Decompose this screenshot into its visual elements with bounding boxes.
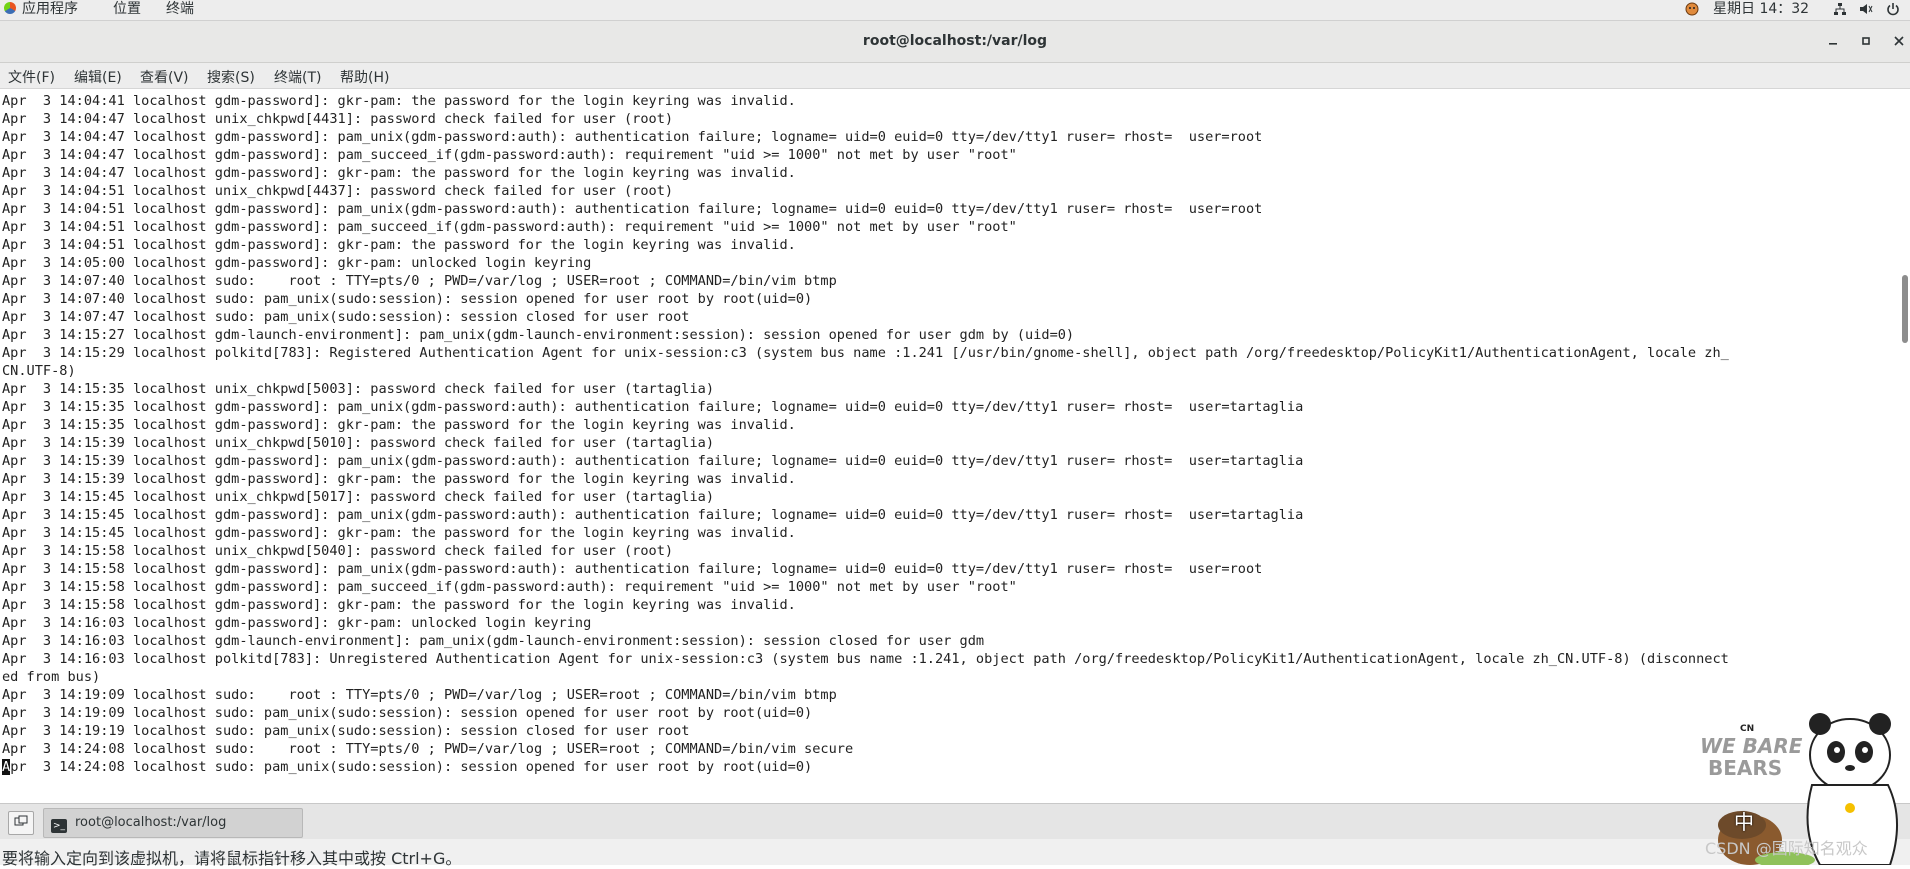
terminal-line: Apr 3 14:04:51 localhost gdm-password]: …	[2, 237, 796, 253]
terminal-line: Apr 3 14:04:47 localhost gdm-password]: …	[2, 147, 1017, 163]
terminal-line: Apr 3 14:15:39 localhost gdm-password]: …	[2, 471, 796, 487]
terminal-line-text: pr 3 14:24:08 localhost sudo: pam_unix(s…	[10, 759, 813, 775]
window-titlebar[interactable]: root@localhost:/var/log	[0, 21, 1910, 63]
terminal-line: Apr 3 14:07:47 localhost sudo: pam_unix(…	[2, 309, 690, 325]
clock[interactable]: 星期日 14：32	[1713, 0, 1809, 20]
taskbar-window-label: root@localhost:/var/log	[75, 815, 227, 830]
close-icon[interactable]	[1891, 33, 1907, 49]
terminal-line: Apr 3 14:04:47 localhost gdm-password]: …	[2, 165, 796, 181]
terminal-line: Apr 3 14:07:40 localhost sudo: root : TT…	[2, 273, 837, 289]
terminal-line: Apr 3 14:24:08 localhost sudo: pam_unix(…	[2, 758, 1729, 776]
ime-indicator: 中	[1734, 810, 1754, 834]
scrollbar-thumb[interactable]	[1902, 275, 1908, 343]
top-panel: 应用程序 位置 终端 星期日 14：32	[0, 0, 1910, 21]
terminal-line: Apr 3 14:15:35 localhost gdm-password]: …	[2, 399, 1304, 415]
terminal-line: Apr 3 14:04:47 localhost gdm-password]: …	[2, 129, 1263, 145]
terminal-line: Apr 3 14:15:58 localhost gdm-password]: …	[2, 579, 1017, 595]
terminal-line: Apr 3 14:15:45 localhost unix_chkpwd[501…	[2, 489, 715, 505]
user-avatar-icon[interactable]	[1685, 2, 1699, 16]
terminal-line: Apr 3 14:19:19 localhost sudo: pam_unix(…	[2, 723, 690, 739]
terminal-line: Apr 3 14:15:58 localhost unix_chkpwd[504…	[2, 543, 674, 559]
terminal-line: Apr 3 14:04:47 localhost unix_chkpwd[443…	[2, 111, 674, 127]
places-menu[interactable]: 位置	[113, 0, 141, 20]
terminal-app-menu[interactable]: 终端	[166, 0, 194, 20]
menu-view[interactable]: 查看(V)	[140, 67, 189, 87]
applications-label: 应用程序	[22, 1, 78, 17]
terminal-line: Apr 3 14:15:39 localhost unix_chkpwd[501…	[2, 435, 715, 451]
terminal-line: Apr 3 14:15:45 localhost gdm-password]: …	[2, 507, 1304, 523]
vm-hint-bar: 要将输入定向到该虚拟机，请将鼠标指针移入其中或按 Ctrl+G。	[0, 839, 1910, 868]
menu-search[interactable]: 搜索(S)	[207, 67, 255, 87]
menu-edit[interactable]: 编辑(E)	[74, 67, 122, 87]
terminal-line: Apr 3 14:07:40 localhost sudo: pam_unix(…	[2, 291, 813, 307]
terminal-app-icon: >_	[51, 819, 67, 833]
sticker-title-2: BEARS	[1708, 756, 1783, 780]
vm-hint-text: 要将输入定向到该虚拟机，请将鼠标指针移入其中或按 Ctrl+G。	[2, 849, 462, 868]
terminal-line: Apr 3 14:15:45 localhost gdm-password]: …	[2, 525, 796, 541]
network-icon[interactable]	[1833, 2, 1847, 16]
terminal-line: ed from bus)	[2, 669, 101, 685]
menu-help[interactable]: 帮助(H)	[340, 67, 389, 87]
menu-bar: 文件(F) 编辑(E) 查看(V) 搜索(S) 终端(T) 帮助(H)	[0, 63, 1910, 89]
terminal-line: Apr 3 14:15:58 localhost gdm-password]: …	[2, 597, 796, 613]
terminal-line: Apr 3 14:16:03 localhost polkitd[783]: U…	[2, 651, 1729, 667]
menu-terminal[interactable]: 终端(T)	[274, 67, 321, 87]
terminal-line: Apr 3 14:24:08 localhost sudo: root : TT…	[2, 741, 854, 757]
volume-icon[interactable]	[1859, 2, 1873, 16]
terminal-output[interactable]: Apr 3 14:04:41 localhost gdm-password]: …	[0, 89, 1910, 803]
terminal-line: Apr 3 14:16:03 localhost gdm-password]: …	[2, 615, 592, 631]
text-cursor: A	[2, 759, 11, 775]
terminal-line: Apr 3 14:19:09 localhost sudo: root : TT…	[2, 687, 837, 703]
taskbar-window-button[interactable]: >_ root@localhost:/var/log	[43, 808, 303, 838]
terminal-line: Apr 3 14:15:39 localhost gdm-password]: …	[2, 453, 1304, 469]
apps-logo-icon	[4, 2, 16, 14]
terminal-lines: Apr 3 14:04:41 localhost gdm-password]: …	[2, 92, 1729, 776]
csdn-watermark: CSDN @国际知名观众	[1705, 839, 1868, 858]
terminal-line: Apr 3 14:04:51 localhost unix_chkpwd[443…	[2, 183, 674, 199]
menu-file[interactable]: 文件(F)	[8, 67, 55, 87]
terminal-line: Apr 3 14:15:27 localhost gdm-launch-envi…	[2, 327, 1075, 343]
terminal-line: Apr 3 14:15:35 localhost unix_chkpwd[500…	[2, 381, 715, 397]
terminal-line: Apr 3 14:04:41 localhost gdm-password]: …	[2, 93, 796, 109]
terminal-line: Apr 3 14:04:51 localhost gdm-password]: …	[2, 219, 1017, 235]
sticker-title-1: WE BARE	[1700, 734, 1803, 758]
terminal-line: Apr 3 14:15:35 localhost gdm-password]: …	[2, 417, 796, 433]
show-desktop-icon[interactable]	[8, 811, 34, 835]
applications-menu[interactable]: 应用程序	[4, 0, 78, 20]
maximize-icon[interactable]	[1858, 33, 1874, 49]
terminal-line: Apr 3 14:19:09 localhost sudo: pam_unix(…	[2, 705, 813, 721]
terminal-line: CN.UTF-8)	[2, 363, 76, 379]
power-icon[interactable]	[1886, 2, 1900, 16]
terminal-line: Apr 3 14:15:29 localhost polkitd[783]: R…	[2, 345, 1729, 361]
terminal-line: Apr 3 14:16:03 localhost gdm-launch-envi…	[2, 633, 985, 649]
window-title: root@localhost:/var/log	[862, 33, 1048, 49]
terminal-line: Apr 3 14:05:00 localhost gdm-password]: …	[2, 255, 592, 271]
taskbar: >_ root@localhost:/var/log	[0, 803, 1910, 840]
terminal-line: Apr 3 14:04:51 localhost gdm-password]: …	[2, 201, 1263, 217]
sticker-badge: CN	[1740, 724, 1755, 734]
minimize-icon[interactable]	[1825, 33, 1841, 49]
terminal-line: Apr 3 14:15:58 localhost gdm-password]: …	[2, 561, 1263, 577]
